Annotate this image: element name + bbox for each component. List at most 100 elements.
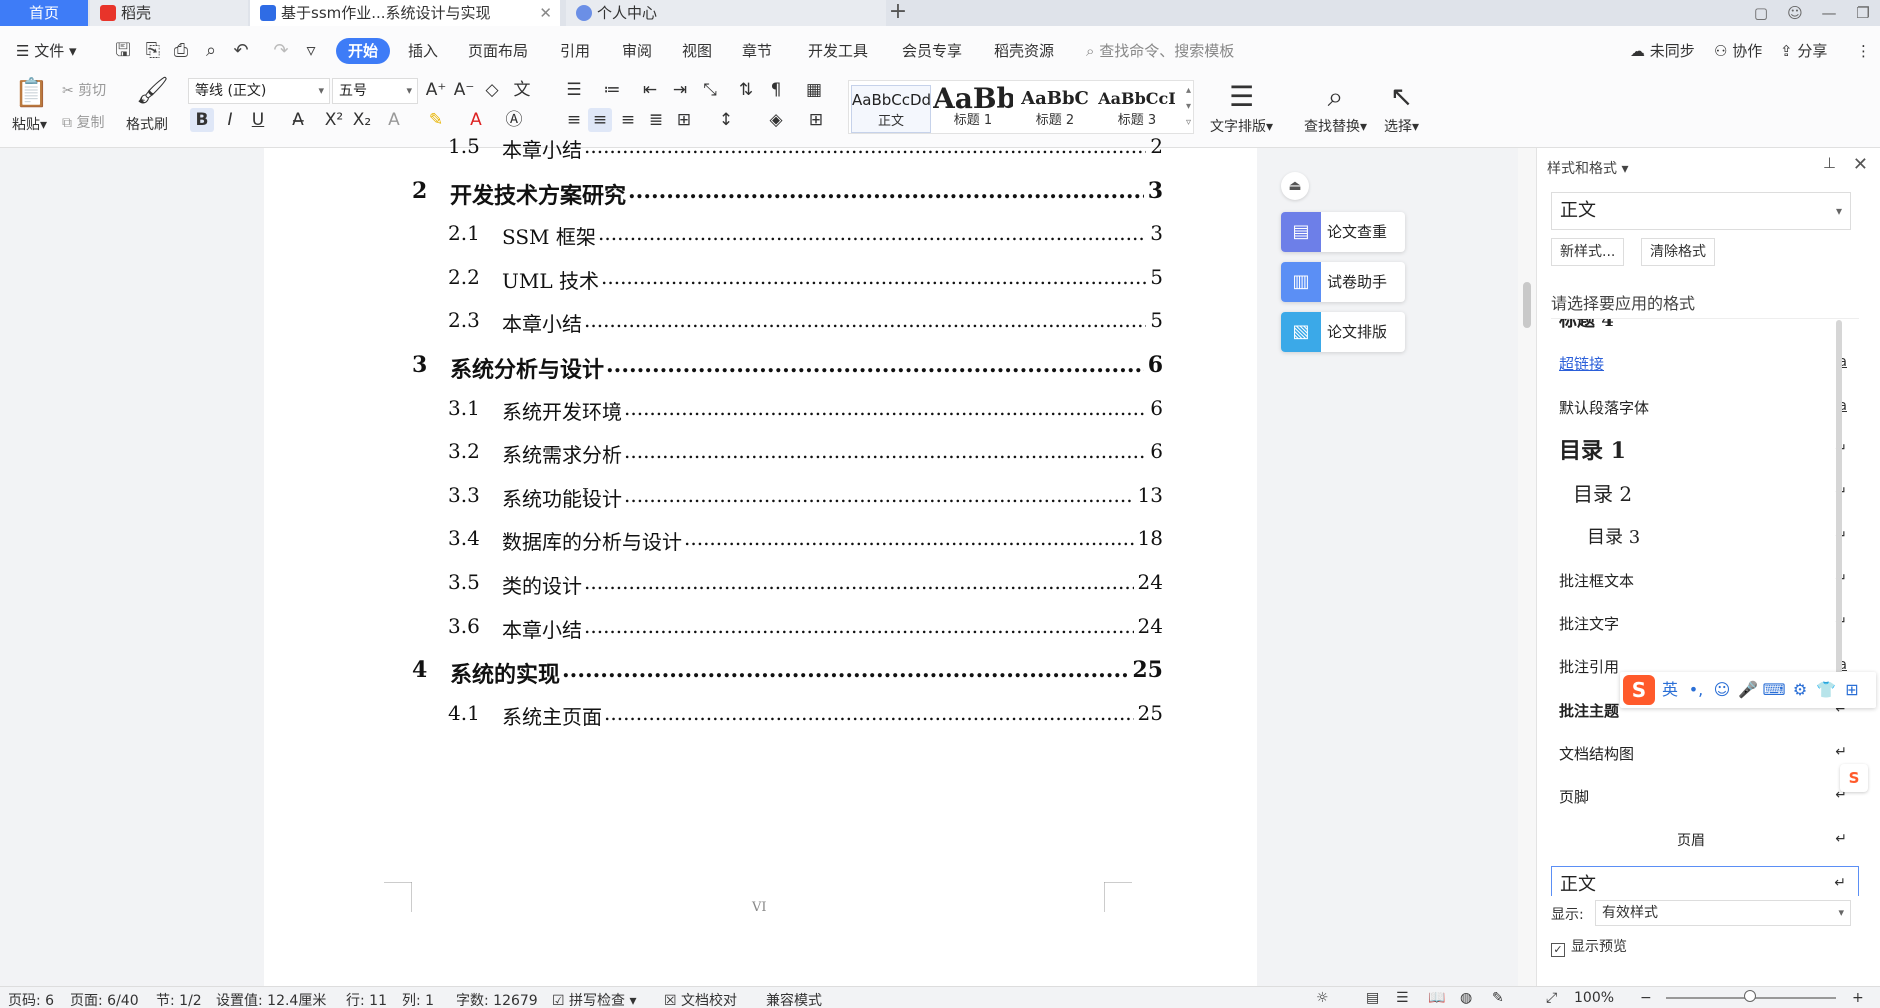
outline-view-icon[interactable]: ☰: [1396, 990, 1409, 1006]
bold-button[interactable]: B: [190, 108, 214, 132]
style-heading-3[interactable]: AaBbCcI 标题 3: [1097, 85, 1177, 133]
sort-icon[interactable]: ⇅: [734, 78, 758, 102]
gallery-scroll-icon[interactable]: ▴ ▾ ▿: [1186, 83, 1191, 131]
zoom-in-button[interactable]: +: [1852, 990, 1864, 1006]
spell-check-button[interactable]: ☑ 拼写检查 ▾: [552, 990, 637, 1008]
line-spacing-icon[interactable]: ↕: [714, 108, 738, 132]
tab-daoke[interactable]: 稻壳: [90, 0, 248, 26]
format-painter-icon[interactable]: 🖌: [136, 76, 169, 106]
paste-button[interactable]: 粘贴▾: [12, 114, 47, 134]
undo-icon[interactable]: ↶: [230, 40, 252, 62]
more-icon[interactable]: ⋮: [1856, 38, 1871, 64]
style-heading-2[interactable]: AaBbC 标题 2: [1015, 85, 1095, 133]
cut-button[interactable]: ✂ 剪切: [62, 80, 106, 100]
file-menu[interactable]: ☰ 文件 ▾: [16, 38, 77, 64]
text-direction-icon[interactable]: ⤡: [698, 78, 722, 102]
document-scrollbar-thumb[interactable]: [1523, 282, 1531, 328]
style-list-item[interactable]: 页脚 ↵: [1551, 779, 1859, 815]
pen-icon[interactable]: ✎: [1492, 990, 1504, 1006]
format-painter-button[interactable]: 格式刷: [126, 114, 168, 134]
maximize-button[interactable]: ❐: [1846, 0, 1880, 26]
document-scrollbar[interactable]: [1518, 148, 1536, 986]
toc-entry[interactable]: 3.5 类的设计.................................…: [264, 570, 1257, 600]
ime-language-toggle[interactable]: 英: [1657, 672, 1683, 708]
new-tab-button[interactable]: +: [888, 0, 908, 26]
table-icon[interactable]: ▦: [802, 78, 826, 102]
tab-chapter[interactable]: 章节: [742, 38, 772, 64]
zoom-out-button[interactable]: −: [1640, 990, 1652, 1006]
status-page[interactable]: 页面: 6/40: [70, 990, 139, 1008]
minimize-button[interactable]: —: [1812, 0, 1846, 26]
distributed-icon[interactable]: ⊞: [672, 108, 696, 132]
style-list-item[interactable]: 目录 2↵: [1551, 476, 1859, 512]
keyboard-icon[interactable]: ⌨: [1761, 672, 1787, 708]
display-select[interactable]: 有效样式: [1595, 900, 1851, 926]
sync-status[interactable]: ☁ 未同步: [1630, 38, 1695, 64]
current-style-select[interactable]: 正文: [1551, 192, 1851, 230]
char-border-icon[interactable]: Ⓐ: [502, 108, 526, 132]
style-list-scrollbar[interactable]: [1836, 320, 1842, 680]
tab-insert[interactable]: 插入: [408, 38, 438, 64]
tab-close-icon[interactable]: ✕: [539, 0, 552, 26]
close-icon[interactable]: ✕: [1853, 154, 1868, 175]
style-list-item[interactable]: 批注框文本↵: [1551, 563, 1859, 599]
toc-entry[interactable]: 4 系统的实现..................................…: [264, 657, 1257, 688]
tab-developer[interactable]: 开发工具: [808, 38, 868, 64]
fit-page-icon[interactable]: ⤢: [1546, 990, 1557, 1006]
pinyin-icon[interactable]: 文: [510, 78, 534, 102]
toc-entry[interactable]: 2 开发技术方案研究...............................…: [264, 178, 1257, 209]
toc-entry[interactable]: 2.3 本章小结.................................…: [264, 308, 1257, 338]
sogou-mini-icon[interactable]: S: [1840, 764, 1868, 792]
font-size-select[interactable]: 五号: [332, 78, 418, 104]
status-words[interactable]: 字数: 12679: [456, 990, 538, 1008]
tab-personal[interactable]: 个人中心: [566, 0, 886, 26]
text-effect-icon[interactable]: A: [382, 108, 406, 132]
toolbox-grid-icon[interactable]: ⊞: [1839, 672, 1865, 708]
tab-member[interactable]: 会员专享: [902, 38, 962, 64]
avatar[interactable]: ☺: [1778, 0, 1812, 26]
exam-helper-button[interactable]: ▥ 试卷助手: [1281, 262, 1405, 302]
skin-icon[interactable]: 👕: [1813, 672, 1839, 708]
eraser-icon[interactable]: ◇: [480, 78, 504, 102]
toc-entry[interactable]: 3.3 系统功能设计...............................…: [264, 483, 1257, 513]
strikethrough-icon[interactable]: A̶: [286, 108, 310, 132]
paragraph-mark-icon[interactable]: ¶: [764, 78, 788, 102]
find-replace-button[interactable]: ⌕ 查找替换▾: [1304, 78, 1367, 136]
style-list-item[interactable]: 标题 4: [1551, 319, 1859, 339]
collab-button[interactable]: ⚇ 协作: [1714, 38, 1762, 64]
toc-entry[interactable]: 4.1 系统主页面................................…: [264, 701, 1257, 731]
thesis-check-button[interactable]: ▤ 论文查重: [1281, 212, 1405, 252]
style-normal[interactable]: AaBbCcDd 正文: [851, 85, 931, 133]
share-button[interactable]: ⇪ 分享: [1780, 38, 1827, 64]
style-list-item[interactable]: 正文 ↵: [1551, 865, 1859, 896]
toc-entry[interactable]: 2.1 SSM 框架...............................…: [264, 221, 1257, 251]
tab-start[interactable]: 开始: [336, 38, 391, 64]
tab-view[interactable]: 视图: [682, 38, 712, 64]
print-icon[interactable]: ⎙: [170, 40, 192, 62]
microphone-icon[interactable]: 🎤: [1735, 672, 1761, 708]
style-list-item[interactable]: 超链接 a: [1551, 346, 1859, 382]
command-search[interactable]: ⌕ 查找命令、搜索模板: [1086, 38, 1234, 64]
tab-page-layout[interactable]: 页面布局: [468, 38, 528, 64]
export-icon[interactable]: ⎘: [142, 40, 164, 62]
new-style-button[interactable]: 新样式...: [1551, 238, 1625, 266]
shading-icon[interactable]: ◈: [764, 108, 788, 132]
toc-entry[interactable]: 3 系统分析与设计................................…: [264, 352, 1257, 383]
align-center-icon[interactable]: ≡: [588, 108, 612, 132]
style-heading-1[interactable]: AaBb 标题 1: [933, 85, 1013, 133]
style-list-item[interactable]: 页眉 ↵: [1551, 823, 1859, 859]
align-right-icon[interactable]: ≡: [616, 108, 640, 132]
italic-button[interactable]: I: [218, 108, 242, 132]
protect-eye-icon[interactable]: ☼: [1316, 990, 1329, 1006]
print-preview-icon[interactable]: ⌕: [200, 40, 222, 62]
toc-entry[interactable]: 3.4 数据库的分析与设计............................…: [264, 526, 1257, 556]
subscript-icon[interactable]: X₂: [350, 108, 374, 132]
pin-icon[interactable]: ⊥: [1823, 154, 1836, 172]
bullet-list-icon[interactable]: ☰: [562, 78, 586, 102]
tab-document[interactable]: 基于ssm作业...系统设计与实现 ✕: [250, 0, 560, 26]
thesis-layout-button[interactable]: ▧ 论文排版: [1281, 312, 1405, 352]
web-view-icon[interactable]: ◍: [1460, 990, 1472, 1006]
clear-format-button[interactable]: 清除格式: [1641, 238, 1715, 266]
border-icon[interactable]: ⊞: [804, 108, 828, 132]
grow-font-icon[interactable]: A⁺: [424, 78, 448, 102]
